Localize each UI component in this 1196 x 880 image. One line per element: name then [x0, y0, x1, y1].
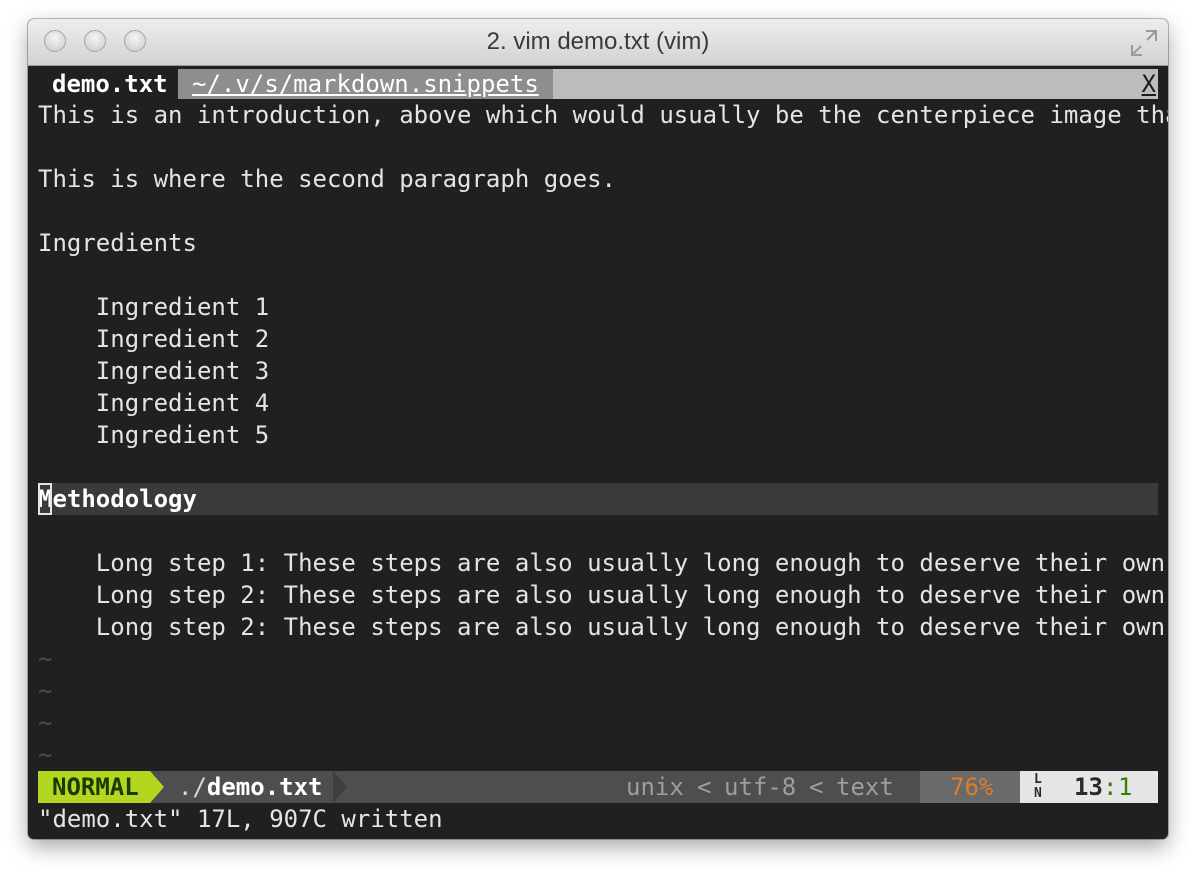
tab-markdown-snippets[interactable]: ~/.v/s/markdown.snippets	[178, 69, 553, 99]
empty-line-tilde: ~	[38, 709, 53, 737]
buffer-line: This is where the second paragraph goes.	[38, 165, 616, 193]
title-bar: 2. vim demo.txt (vim)	[28, 19, 1168, 66]
cursor-line-number: 13	[1074, 773, 1103, 801]
mode-separator-arrow	[150, 771, 164, 803]
tab-demo-txt[interactable]: demo.txt	[38, 69, 182, 99]
empty-line-tilde: ~	[38, 741, 53, 769]
percent-section: 76%	[920, 771, 1020, 803]
vim-tabline: demo.txt ~/.v/s/markdown.snippets X	[38, 69, 1158, 99]
window-title: 2. vim demo.txt (vim)	[486, 28, 710, 55]
text-cursor: M	[38, 483, 53, 515]
file-name: demo.txt	[206, 773, 323, 801]
vim-statusline: NORMAL ./demo.txt unix < utf-8 < text 76…	[38, 771, 1158, 803]
buffer-line: Long step 1: These steps are also usuall…	[38, 549, 1168, 577]
chevron-left-icon: <	[697, 773, 712, 801]
file-separator-arrow	[333, 771, 347, 803]
buffer-line: Long step 2: These steps are also usuall…	[38, 581, 1168, 609]
fullscreen-icon[interactable]	[1130, 29, 1158, 57]
mode-indicator: NORMAL	[38, 771, 150, 803]
encoding: utf-8	[724, 773, 797, 801]
buffer-line: This is an introduction, above which wou…	[38, 101, 1168, 129]
empty-line-tilde: ~	[38, 677, 53, 705]
close-tab-button[interactable]: X	[1140, 69, 1158, 99]
filetype: text	[836, 773, 894, 801]
buffer-line: Ingredient 3	[38, 357, 270, 385]
cursor-line-highlight	[38, 483, 1158, 515]
empty-line-tilde: ~	[38, 645, 53, 673]
buffer-line: Long step 2: These steps are also usuall…	[38, 613, 1168, 641]
scroll-percent: 76%	[950, 773, 994, 801]
chevron-left-icon: <	[809, 773, 824, 801]
file-path: ./demo.txt	[178, 771, 323, 803]
command-line-message: "demo.txt" 17L, 907C written	[38, 805, 443, 833]
cursor-line-text: ethodology	[52, 485, 197, 513]
fileformat: unix	[626, 773, 684, 801]
position-colon: :	[1103, 773, 1118, 801]
buffer-line: Ingredient 5	[38, 421, 270, 449]
buffer-line: Ingredients	[38, 229, 197, 257]
position-section: LN 13 : 1	[1020, 771, 1158, 803]
buffer-line: Ingredient 1	[38, 293, 270, 321]
file-path-prefix: ./	[178, 773, 207, 801]
cursor-line[interactable]: Methodology	[38, 483, 197, 515]
buffer-line: Ingredient 2	[38, 325, 270, 353]
cursor-column-number: 1	[1118, 773, 1133, 801]
vim-editor[interactable]: demo.txt ~/.v/s/markdown.snippets X This…	[28, 66, 1168, 839]
terminal-window: 2. vim demo.txt (vim) demo.txt ~/.v/s/ma…	[28, 19, 1168, 839]
buffer-line: Ingredient 4	[38, 389, 270, 417]
line-number-icon: LN	[1034, 772, 1042, 801]
